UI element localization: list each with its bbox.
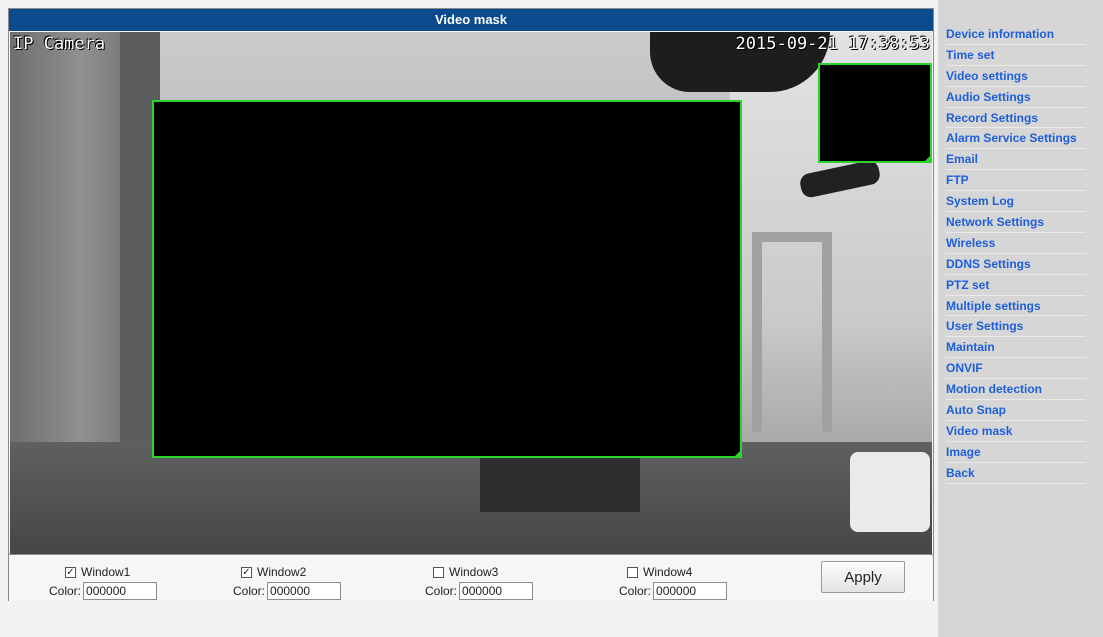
nav-time-set[interactable]: Time set	[946, 45, 1086, 66]
scene-device	[480, 452, 640, 512]
nav-multiple-settings[interactable]: Multiple settings	[946, 296, 1086, 317]
nav-device-information[interactable]: Device information	[946, 24, 1086, 45]
window3-checkbox[interactable]	[433, 566, 444, 578]
nav-wireless[interactable]: Wireless	[946, 233, 1086, 254]
window2-label: Window2	[257, 565, 307, 579]
window1-group: ✓ Window1 Color:	[49, 563, 158, 601]
window4-checkbox[interactable]	[627, 566, 638, 578]
settings-sidebar: Device information Time set Video settin…	[938, 0, 1103, 637]
nav-back[interactable]: Back	[946, 463, 1086, 484]
resize-handle-icon[interactable]	[924, 155, 931, 162]
window2-color-input[interactable]	[267, 582, 342, 600]
nav-ddns-settings[interactable]: DDNS Settings	[946, 254, 1086, 275]
mask-window-2[interactable]	[818, 63, 932, 163]
nav-image[interactable]: Image	[946, 442, 1086, 463]
nav-auto-snap[interactable]: Auto Snap	[946, 400, 1086, 421]
window1-color-label: Color:	[49, 584, 82, 598]
video-mask-panel: Video mask IP Camera 2015-09-21 17:38:53	[8, 8, 934, 601]
apply-button[interactable]: Apply	[821, 561, 905, 593]
window2-color-label: Color:	[233, 584, 266, 598]
nav-motion-detection[interactable]: Motion detection	[946, 379, 1086, 401]
window1-checkbox[interactable]: ✓	[65, 566, 76, 578]
window3-group: Window3 Color:	[425, 563, 534, 601]
window1-label: Window1	[81, 565, 131, 579]
window4-label: Window4	[643, 565, 693, 579]
window4-group: Window4 Color:	[619, 563, 728, 601]
nav-email[interactable]: Email	[946, 149, 1086, 171]
nav-audio-settings[interactable]: Audio Settings	[946, 87, 1086, 108]
scene-stool	[752, 232, 832, 432]
window1-color-input[interactable]	[83, 582, 158, 600]
mask-window-1[interactable]	[152, 100, 742, 458]
window3-color-input[interactable]	[459, 582, 534, 600]
nav-alarm-service-settings[interactable]: Alarm Service Settings	[946, 128, 1086, 150]
main-area: Video mask IP Camera 2015-09-21 17:38:53	[0, 0, 938, 637]
mask-controls: ✓ Window1 Color: ✓ Window2 Color:	[9, 554, 933, 601]
nav-system-log[interactable]: System Log	[946, 191, 1086, 213]
nav-network-settings[interactable]: Network Settings	[946, 212, 1086, 233]
nav-maintain[interactable]: Maintain	[946, 337, 1086, 359]
window3-color-label: Color:	[425, 584, 458, 598]
nav-video-settings[interactable]: Video settings	[946, 66, 1086, 87]
window2-checkbox[interactable]: ✓	[241, 566, 252, 578]
nav-ftp[interactable]: FTP	[946, 170, 1086, 192]
nav-ptz-set[interactable]: PTZ set	[946, 275, 1086, 296]
window2-group: ✓ Window2 Color:	[233, 563, 342, 601]
page-title: Video mask	[9, 9, 933, 31]
scene-white-object	[850, 452, 930, 532]
settings-nav: Device information Time set Video settin…	[946, 24, 1086, 484]
nav-onvif[interactable]: ONVIF	[946, 358, 1086, 380]
osd-camera-name: IP Camera	[13, 34, 106, 54]
nav-user-settings[interactable]: User Settings	[946, 316, 1086, 338]
window4-color-input[interactable]	[653, 582, 728, 600]
nav-video-mask[interactable]: Video mask	[946, 421, 1086, 442]
camera-video-view[interactable]: IP Camera 2015-09-21 17:38:53	[10, 32, 932, 554]
resize-handle-icon[interactable]	[734, 450, 741, 457]
scene-floor	[10, 442, 932, 554]
nav-record-settings[interactable]: Record Settings	[946, 108, 1086, 129]
osd-timestamp: 2015-09-21 17:38:53	[735, 34, 930, 54]
window3-label: Window3	[449, 565, 499, 579]
window4-color-label: Color:	[619, 584, 652, 598]
